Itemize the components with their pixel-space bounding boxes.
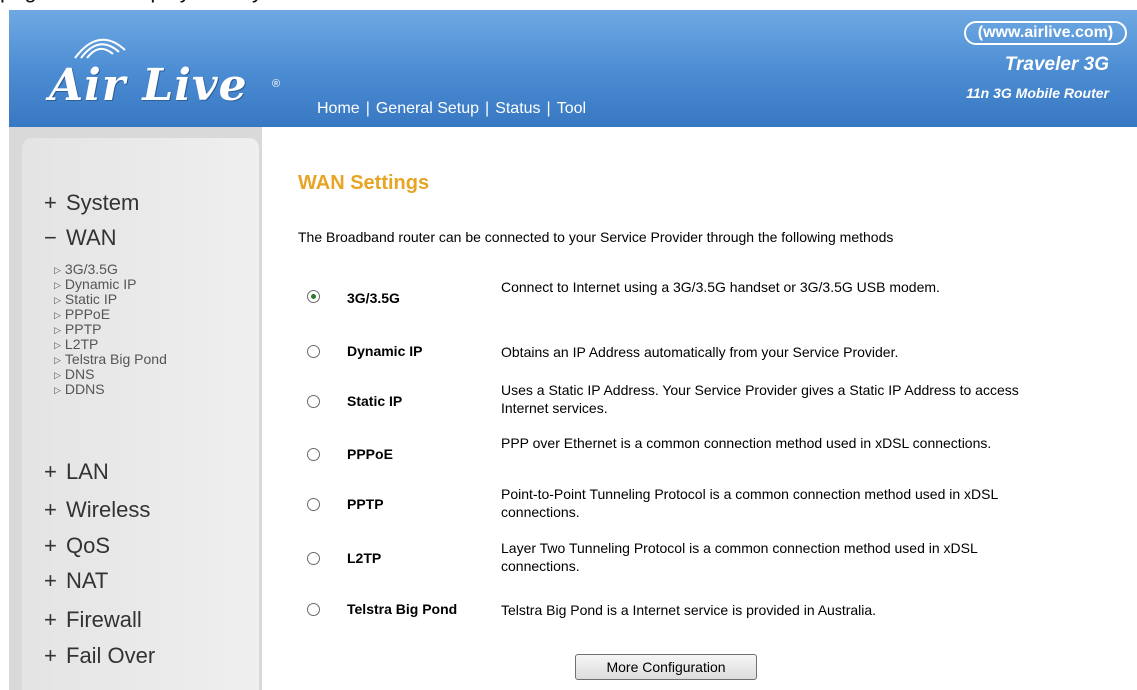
nav-separator: | (546, 100, 551, 117)
nav-home[interactable]: Home (317, 100, 360, 118)
sidebar-item-nat[interactable]: + NAT (44, 568, 108, 594)
option-desc-pppoe: PPP over Ethernet is a common connection… (501, 435, 992, 451)
more-configuration-button[interactable]: More Configuration (575, 654, 757, 680)
submenu-label: Static IP (64, 291, 118, 307)
submenu-label: 3G/3.5G (64, 261, 118, 277)
sidebar-item-lan[interactable]: + LAN (44, 459, 109, 485)
sidebar-item-wireless[interactable]: + Wireless (44, 497, 150, 523)
sidebar-item-label: Fail Over (66, 643, 156, 668)
nav-status[interactable]: Status (495, 100, 540, 118)
expand-icon: + (44, 643, 57, 668)
nav-tool[interactable]: Tool (557, 100, 586, 118)
sidebar-item-label: QoS (66, 533, 111, 558)
intro-text: The Broadband router can be connected to… (298, 229, 894, 245)
sidebar-item-fail-over[interactable]: + Fail Over (44, 643, 155, 669)
sidebar-item-label: Firewall (66, 607, 142, 632)
option-label-pptp: PPTP (347, 496, 384, 512)
expand-icon: + (44, 190, 57, 215)
triangle-right-icon: ▷ (54, 355, 61, 365)
triangle-right-icon: ▷ (54, 340, 61, 350)
triangle-right-icon: ▷ (54, 310, 61, 320)
submenu-label: DDNS (64, 381, 105, 397)
expand-icon: + (44, 568, 57, 593)
option-label-static-ip: Static IP (347, 393, 403, 409)
page-title: WAN Settings (298, 172, 430, 194)
option-desc-static-ip: Uses a Static IP Address. Your Service P… (501, 382, 1019, 416)
wireless-signal-icon (74, 38, 126, 59)
option-desc-l2tp: Layer Two Tunneling Protocol is a common… (501, 540, 978, 574)
triangle-right-icon: ▷ (54, 280, 61, 290)
sidebar-item-wan[interactable]: − WAN (44, 225, 117, 251)
option-label-pppoe: PPPoE (347, 446, 393, 462)
triangle-right-icon: ▷ (54, 295, 61, 305)
collapse-icon: − (44, 225, 57, 250)
header-banner: Air Live ® Home | General Setup | Status | Too… (9, 10, 1137, 127)
option-desc-pptp: Point-to-Point Tunneling Protocol is a c… (501, 486, 998, 520)
nav-separator: | (485, 100, 490, 117)
option-desc-telstra-big-pond: Telstra Big Pond is a Internet service i… (501, 602, 877, 618)
product-subtitle: 11n 3G Mobile Router (966, 85, 1109, 101)
radio-dynamic-ip[interactable] (307, 345, 320, 358)
expand-icon: + (44, 533, 57, 558)
triangle-right-icon: ▷ (54, 265, 61, 275)
radio-pppoe[interactable] (307, 448, 320, 461)
submenu-label: L2TP (64, 336, 99, 352)
option-label-3g: 3G/3.5G (347, 290, 400, 306)
triangle-right-icon: ▷ (54, 385, 61, 395)
expand-icon: + (44, 497, 57, 522)
option-label-l2tp: L2TP (347, 550, 382, 566)
sidebar-item-firewall[interactable]: + Firewall (44, 607, 142, 633)
sidebar-item-label: System (66, 190, 140, 215)
product-name: Traveler 3G (1004, 54, 1109, 75)
expand-icon: + (44, 459, 57, 484)
sidebar-item-label: NAT (66, 568, 109, 593)
sidebar-item-label: WAN (66, 225, 117, 250)
submenu-label: PPPoE (64, 306, 111, 322)
site-url-badge[interactable]: (www.airlive.com) (964, 21, 1127, 45)
submenu-label: DNS (64, 366, 95, 382)
sidebar-item-label: LAN (66, 459, 109, 484)
radio-static-ip[interactable] (307, 395, 320, 408)
submenu-label: PPTP (64, 321, 102, 337)
radio-pptp[interactable] (307, 498, 320, 511)
sidebar-item-label: Wireless (66, 497, 151, 522)
sidebar-item-qos[interactable]: + QoS (44, 533, 110, 559)
option-desc-3g: Connect to Internet using a 3G/3.5G hand… (501, 279, 940, 295)
triangle-right-icon: ▷ (54, 325, 61, 335)
option-label-telstra-big-pond: Telstra Big Pond (347, 601, 458, 617)
submenu-label: Dynamic IP (64, 276, 137, 292)
triangle-right-icon: ▷ (54, 370, 61, 380)
nav-separator: | (365, 100, 370, 117)
nav-general-setup[interactable]: General Setup (376, 100, 479, 118)
radio-telstra-big-pond[interactable] (307, 603, 320, 616)
option-label-dynamic-ip: Dynamic IP (347, 343, 423, 359)
option-desc-dynamic-ip: Obtains an IP Address automatically from… (501, 344, 899, 360)
submenu-item-ddns[interactable]: ▷ DDNS (54, 382, 105, 399)
sidebar-item-system[interactable]: + System (44, 190, 139, 216)
airlive-logo: Air Live (49, 60, 248, 111)
expand-icon: + (44, 607, 57, 632)
top-navigation: Home | General Setup | Status | Tool (317, 100, 586, 118)
radio-l2tp[interactable] (307, 552, 320, 565)
submenu-label: Telstra Big Pond (64, 351, 167, 367)
radio-3g[interactable] (307, 290, 320, 303)
registered-mark: ® (272, 78, 281, 90)
